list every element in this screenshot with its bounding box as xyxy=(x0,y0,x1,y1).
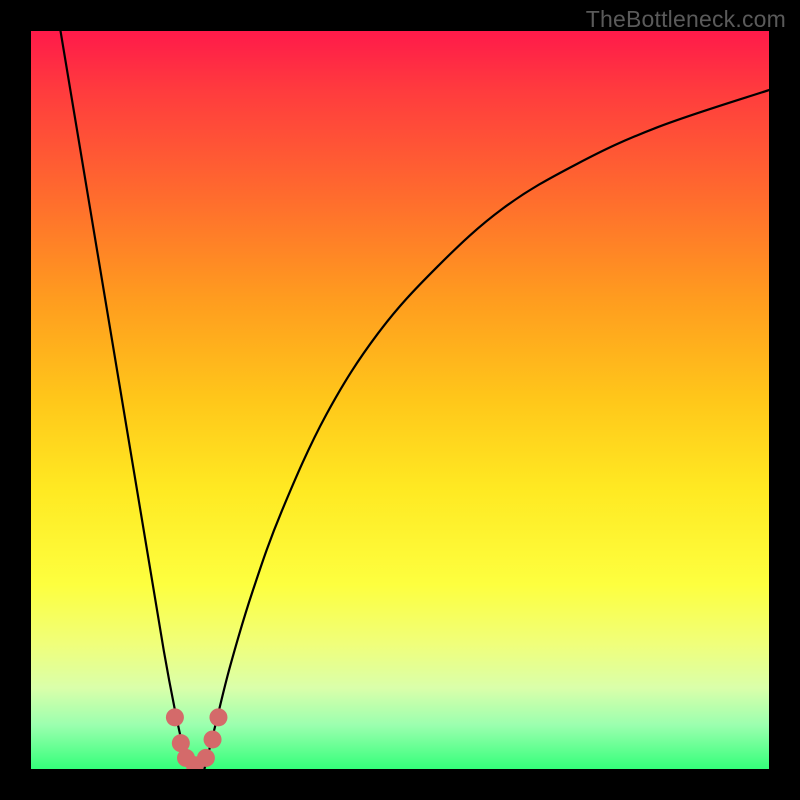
chart-frame: TheBottleneck.com xyxy=(0,0,800,800)
curve-left-arm xyxy=(61,31,190,769)
plot-area xyxy=(31,31,769,769)
valley-dot xyxy=(166,708,184,726)
valley-dot xyxy=(197,749,215,767)
valley-dot xyxy=(209,708,227,726)
curve-right-arm xyxy=(204,90,769,769)
chart-svg xyxy=(31,31,769,769)
attribution-text: TheBottleneck.com xyxy=(586,6,786,33)
valley-dot xyxy=(204,730,222,748)
